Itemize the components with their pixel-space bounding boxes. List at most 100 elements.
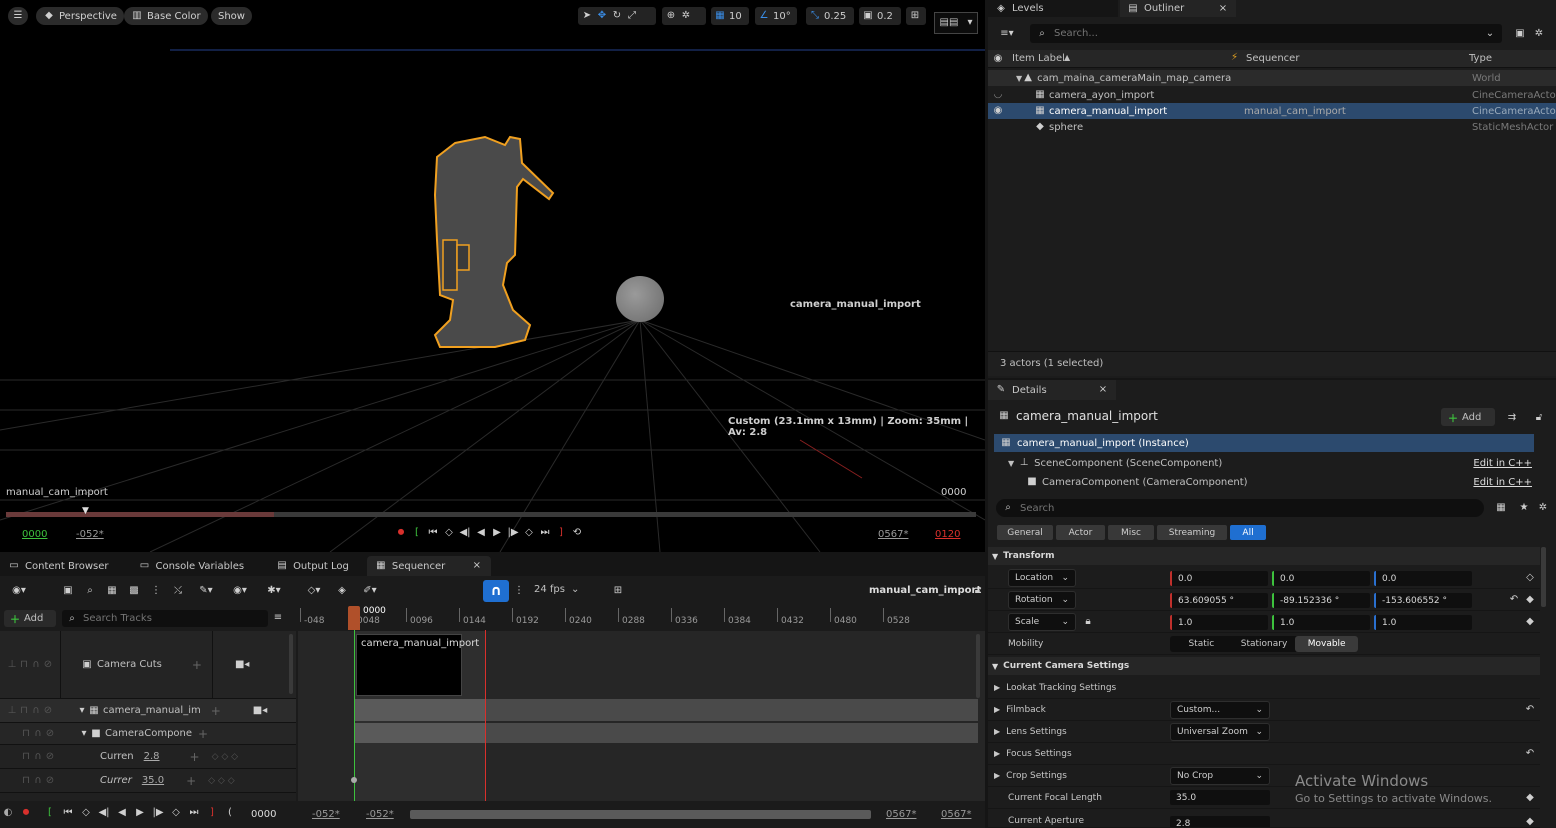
tab-sequencer[interactable]: ▦ Sequencer ×	[366, 556, 491, 576]
step-back-icon[interactable]: ◀|	[98, 807, 110, 819]
step-forward-icon[interactable]: |▶	[507, 527, 519, 539]
lock-icon[interactable]: 🔒︎	[1082, 616, 1094, 628]
eye-icon[interactable]: ◉	[992, 53, 1004, 65]
filter-icon[interactable]: ≡▾	[996, 28, 1018, 40]
jump-end-icon[interactable]: ⏭	[188, 807, 200, 819]
settings-icon[interactable]: ✲	[1533, 28, 1545, 40]
play-icon[interactable]: ▶	[134, 807, 146, 819]
solo-icon[interactable]: ∩	[32, 751, 44, 763]
next-key-icon[interactable]: ◇	[170, 807, 182, 819]
world-icon[interactable]: ◉▾	[6, 585, 32, 597]
next-key-icon[interactable]: ◇	[523, 527, 535, 539]
render-icon[interactable]: ▦	[106, 585, 118, 597]
search-tracks-field[interactable]: ⌕	[62, 610, 268, 627]
location-z-field[interactable]: 0.0	[1374, 571, 1472, 586]
select-icon[interactable]: ➤	[581, 10, 593, 22]
camera-mesh-silhouette[interactable]	[425, 135, 565, 355]
plus-icon[interactable]: +	[211, 704, 221, 718]
scale-snap-button[interactable]: ⤡ 0.25	[806, 7, 854, 25]
timeline-ruler[interactable]: -048 0048 0096 0144 0192 0240 0288 0336 0384 0432…	[298, 608, 985, 630]
filter-general[interactable]: General	[997, 525, 1053, 540]
tab-details[interactable]: ✎ Details ×	[988, 380, 1116, 400]
plus-icon[interactable]: +	[192, 658, 202, 672]
lock-icon[interactable]: ⊓	[20, 751, 32, 763]
tab-console-variables[interactable]: ▭ Console Variables	[130, 556, 252, 576]
keyframe-icon[interactable]: ◆	[1524, 792, 1536, 804]
keyframe-nav-icon[interactable]: ◇ ◇ ◇	[208, 776, 235, 786]
mark-in-icon[interactable]: [	[411, 527, 423, 539]
location-x-field[interactable]: 0.0	[1170, 571, 1268, 586]
keyframe-icon[interactable]: ◇	[1524, 572, 1536, 584]
filter-icon[interactable]: ≡	[272, 612, 284, 624]
details-search-input[interactable]	[1020, 502, 1484, 514]
scale-x-field[interactable]: 1.0	[1170, 615, 1268, 630]
chevron-right-icon[interactable]: ▶	[994, 749, 1000, 758]
component-instance-row[interactable]: ▦ camera_manual_import (Instance)	[994, 434, 1534, 452]
jump-start-icon[interactable]: ⏮	[427, 527, 439, 539]
stop-icon[interactable]: ◐	[2, 807, 14, 819]
rotation-dropdown[interactable]: Rotation ⌄	[1008, 591, 1076, 609]
save-icon[interactable]: ▣	[62, 585, 74, 597]
range-end-red[interactable]: 0120	[935, 529, 960, 540]
eye-closed-icon[interactable]: ◡	[992, 89, 1004, 101]
grid-snap-button[interactable]: ▦ 10	[711, 7, 749, 25]
keyframe-icon[interactable]: ◆	[1524, 594, 1536, 606]
plus-icon[interactable]: +	[190, 750, 200, 764]
tab-content-browser[interactable]: ▭ Content Browser	[0, 556, 116, 576]
view-start-field[interactable]: -052*	[312, 809, 340, 820]
fps-dropdown[interactable]: 24 fps ⌄	[534, 584, 579, 595]
column-type[interactable]: Type	[1469, 53, 1492, 64]
prev-key-icon[interactable]: ◇	[443, 527, 455, 539]
mobility-stationary[interactable]: Stationary	[1233, 639, 1296, 649]
clapper-icon[interactable]: ▩	[128, 585, 140, 597]
filmback-dropdown[interactable]: Custom... ⌄	[1170, 701, 1270, 719]
lock-icon[interactable]: ⊓	[18, 705, 30, 717]
plus-icon[interactable]: +	[186, 774, 196, 788]
range-start[interactable]: -052*	[76, 529, 104, 540]
mobility-movable[interactable]: Movable	[1295, 636, 1359, 652]
reset-icon[interactable]: ↶	[1524, 748, 1536, 760]
show-button[interactable]: Show	[211, 7, 252, 25]
solo-icon[interactable]: ∩	[32, 775, 44, 787]
scale-dropdown[interactable]: Scale ⌄	[1008, 613, 1076, 631]
keyframe-icon[interactable]: ◆	[1524, 616, 1536, 628]
view-end-field[interactable]: 0567*	[941, 809, 971, 820]
play-icon[interactable]: ▶	[491, 527, 503, 539]
outliner-search-field[interactable]: ⌕ ⌄	[1030, 24, 1502, 43]
play-reverse-icon[interactable]: ◀	[116, 807, 128, 819]
lock-icon[interactable]: 🔓︎	[972, 585, 984, 597]
scene-component-row[interactable]: ▼ ⊥ SceneComponent (SceneComponent) Edit…	[1008, 455, 1532, 471]
chevron-right-icon[interactable]: ▶	[994, 705, 1000, 714]
blueprint-icon[interactable]: ⇉	[1506, 412, 1518, 424]
filter-misc[interactable]: Misc	[1108, 525, 1154, 540]
camera-icon[interactable]: ■◂	[235, 659, 249, 671]
outliner-row-camera-ayon[interactable]: ◡ ▦ camera_ayon_import CineCameraActor	[988, 87, 1556, 103]
wrench-icon[interactable]: ✎▾	[194, 585, 218, 597]
maximize-button[interactable]: ⊞	[906, 7, 926, 25]
track-camera-component[interactable]: ⊓ ∩ ⊘ ▾ ■ CameraCompone +	[0, 723, 296, 745]
transform-section-header[interactable]: ▼ Transform	[988, 547, 1540, 565]
tab-outliner[interactable]: ▤ Outliner ×	[1120, 0, 1236, 17]
tab-levels[interactable]: ◈ Levels	[988, 0, 1118, 17]
outliner-search-input[interactable]	[1054, 28, 1478, 39]
chevron-right-icon[interactable]: ▶	[994, 771, 1000, 780]
range-end[interactable]: 0567*	[878, 529, 908, 540]
lock-icon[interactable]: ⊓	[18, 659, 30, 671]
chevron-right-icon[interactable]: ▶	[994, 727, 1000, 736]
reset-icon[interactable]: ↶	[1508, 594, 1520, 606]
edit-cpp-link[interactable]: Edit in C++	[1473, 458, 1532, 469]
add-component-button[interactable]: ＋ Add	[1441, 408, 1495, 426]
camera-cut-section[interactable]: camera_manual_import	[356, 634, 479, 696]
scale-icon[interactable]: ⤢	[626, 10, 638, 22]
details-scrollbar[interactable]	[1541, 547, 1546, 607]
outliner-row-world[interactable]: ▼ ▲ cam_maina_cameraMain_map_camera Worl…	[988, 70, 1556, 86]
step-forward-icon[interactable]: |▶	[152, 807, 164, 819]
pin-icon[interactable]: ⊥	[6, 659, 18, 671]
add-track-button[interactable]: ＋ Add	[4, 610, 56, 627]
key-icon[interactable]: ◇▾	[302, 585, 326, 597]
filter-actor[interactable]: Actor	[1056, 525, 1105, 540]
chevron-right-icon[interactable]: ▶	[994, 683, 1000, 692]
rotation-x-field[interactable]: 63.609055 °	[1170, 593, 1268, 608]
track-scrollbar[interactable]	[289, 634, 293, 694]
view-mode-button[interactable]: ▥ Base Color	[124, 7, 208, 25]
